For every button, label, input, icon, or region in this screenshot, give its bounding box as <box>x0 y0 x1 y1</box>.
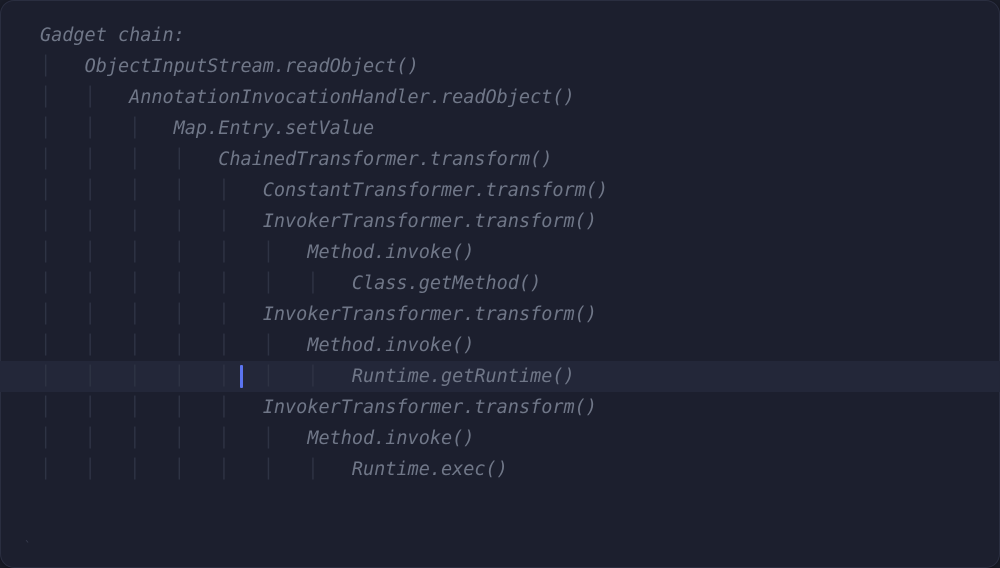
code-text: InvokerTransformer.transform() <box>263 299 597 330</box>
code-text: Method.invoke() <box>307 423 474 454</box>
code-line[interactable]: │ │ AnnotationInvocationHandler.readObje… <box>0 82 1000 113</box>
indent-guide: │ <box>40 51 85 82</box>
code-line[interactable]: Gadget chain: <box>0 20 1000 51</box>
indent-guide: │ │ │ │ │ │ │ <box>40 454 352 485</box>
code-line[interactable]: │ │ │ │ │ │ Method.invoke() <box>0 423 1000 454</box>
indent-guide: │ │ │ │ │ │ <box>40 330 307 361</box>
code-line[interactable]: │ │ │ Map.Entry.setValue <box>0 113 1000 144</box>
indent-guide: │ │ │ │ │ │ <box>40 237 307 268</box>
code-text: Runtime.getRuntime() <box>352 361 575 392</box>
code-text: ConstantTransformer.transform() <box>263 175 608 206</box>
code-text: InvokerTransformer.transform() <box>263 392 597 423</box>
code-text: Map.Entry.setValue <box>174 113 374 144</box>
indent-guide: │ │ <box>40 82 129 113</box>
code-line[interactable]: │ │ │ │ │ ConstantTransformer.transform(… <box>0 175 1000 206</box>
indent-guide: │ │ │ <box>40 113 174 144</box>
indent-guide: │ │ │ │ │ │ │ <box>40 268 352 299</box>
code-text: Class.getMethod() <box>352 268 541 299</box>
code-line[interactable]: │ │ │ │ ChainedTransformer.transform() <box>0 144 1000 175</box>
code-text: Method.invoke() <box>307 330 474 361</box>
code-line[interactable]: │ │ │ │ │ InvokerTransformer.transform() <box>0 299 1000 330</box>
indent-guide: │ │ │ │ <box>40 144 218 175</box>
indent-guide: │ │ │ │ │ <box>40 392 263 423</box>
code-line[interactable]: │ │ │ │ │ InvokerTransformer.transform() <box>0 392 1000 423</box>
code-text: InvokerTransformer.transform() <box>263 206 597 237</box>
code-line[interactable]: │ ObjectInputStream.readObject() <box>0 51 1000 82</box>
code-text: Runtime.exec() <box>352 454 508 485</box>
code-text: Gadget chain: <box>40 20 185 51</box>
code-text: AnnotationInvocationHandler.readObject() <box>129 82 575 113</box>
code-line[interactable]: │ │ │ │ │ │ │ Class.getMethod() <box>0 268 1000 299</box>
code-text: ChainedTransformer.transform() <box>218 144 552 175</box>
code-line[interactable]: │ │ │ │ │ InvokerTransformer.transform() <box>0 206 1000 237</box>
indent-guide: │ │ │ │ │ <box>40 206 263 237</box>
indent-guide: │ │ │ │ │ <box>40 175 263 206</box>
code-line[interactable]: │ │ │ │ │ │ │ Runtime.getRuntime() <box>0 361 1000 392</box>
indent-guide: │ │ │ │ │ │ <box>40 423 307 454</box>
indent-guide: │ │ │ │ │ │ │ <box>40 361 352 392</box>
code-text: ObjectInputStream.readObject() <box>85 51 419 82</box>
text-cursor <box>240 365 243 388</box>
bottom-mark: ` <box>24 531 31 562</box>
code-line[interactable]: │ │ │ │ │ │ Method.invoke() <box>0 330 1000 361</box>
code-text: Method.invoke() <box>307 237 474 268</box>
code-editor[interactable]: Gadget chain:│ ObjectInputStream.readObj… <box>0 0 1000 568</box>
code-line[interactable]: │ │ │ │ │ │ Method.invoke() <box>0 237 1000 268</box>
code-line[interactable]: │ │ │ │ │ │ │ Runtime.exec() <box>0 454 1000 485</box>
indent-guide: │ │ │ │ │ <box>40 299 263 330</box>
